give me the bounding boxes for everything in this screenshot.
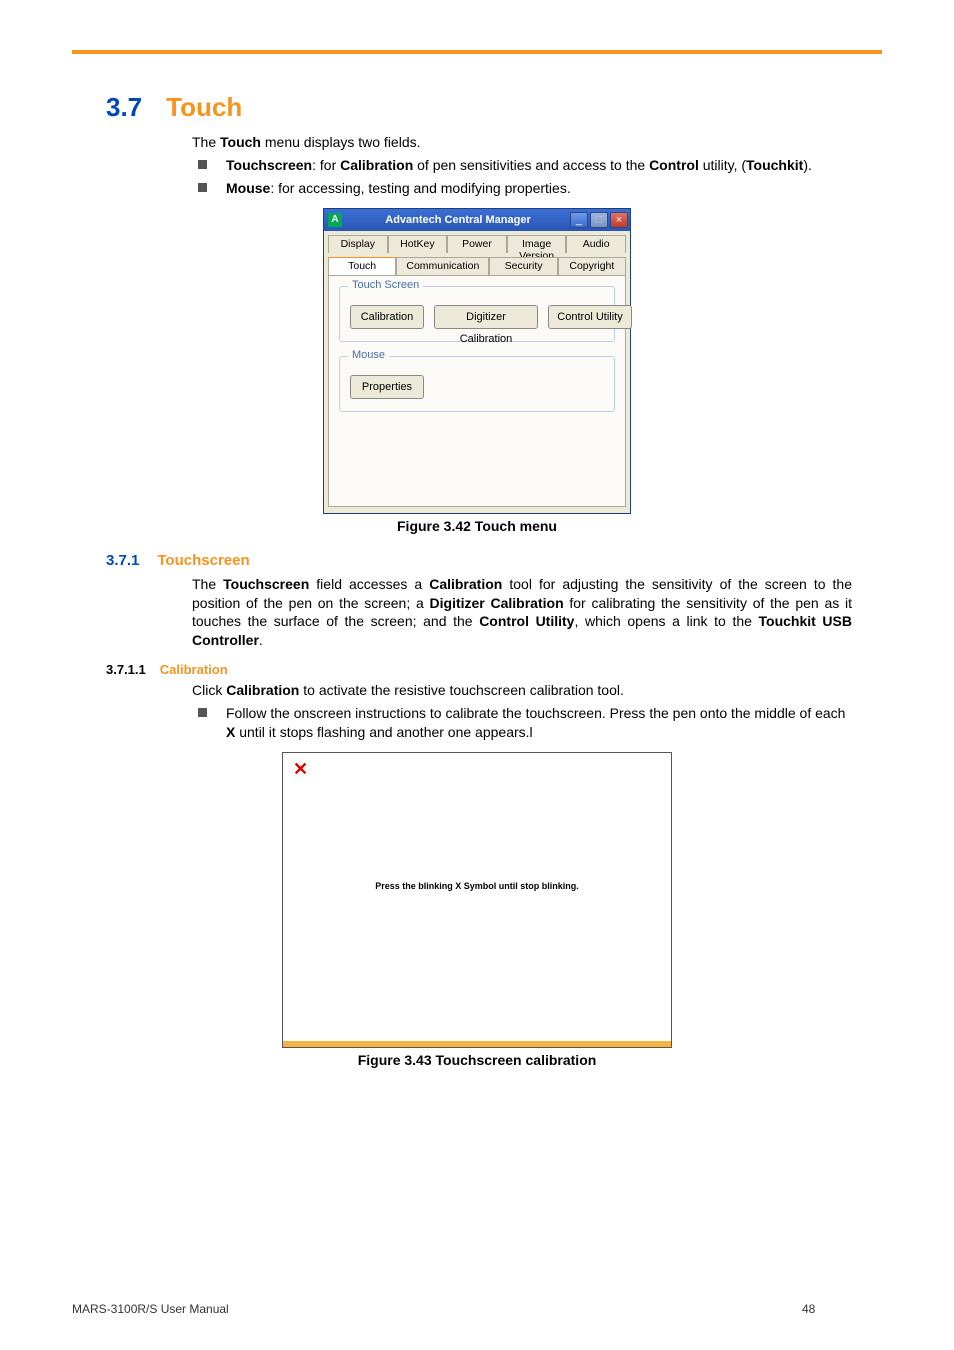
bullet-bold: X [226,724,235,740]
para-bold: Control Utility [479,613,574,629]
bullet-text: utility, ( [699,157,746,173]
bullet-bold: Touchkit [746,157,803,173]
bullet-bold: Mouse [226,180,270,196]
subsection-paragraph: The Touchscreen field accesses a Calibra… [192,575,852,651]
line-bold: Calibration [226,682,299,698]
intro-pre: The [192,134,220,150]
calibration-x-icon[interactable]: ✕ [293,759,308,780]
para-text: field accesses a [309,576,429,592]
intro-post: menu displays two fields. [261,134,421,150]
para-text: , which opens a link to the [574,613,758,629]
para-text: The [192,576,223,592]
bullet-text: Follow the onscreen instructions to cali… [226,705,845,721]
tab-hotkey[interactable]: HotKey [388,235,448,253]
subsubsection-heading: 3.7.1.1 Calibration [106,662,882,677]
control-utility-button[interactable]: Control Utility [548,305,632,329]
tab-power[interactable]: Power [447,235,507,253]
calibration-bullets: Follow the onscreen instructions to cali… [192,704,852,742]
intro-line: The Touch menu displays two fields. [192,133,852,152]
tab-audio[interactable]: Audio [566,235,626,253]
para-bold: Touchscreen [223,576,309,592]
tabs-row-front: Touch Communication Security Copyright [324,253,630,275]
subsection-title: Touchscreen [157,552,249,569]
window-title: Advantech Central Manager [346,214,570,226]
bullet-text: of pen sensitivities and access to the [413,157,649,173]
line-post: to activate the resistive touchscreen ca… [299,682,624,698]
minimize-button[interactable]: _ [570,212,588,228]
bullet-bold: Calibration [340,157,413,173]
subsubsection-number: 3.7.1.1 [106,662,146,677]
bullet-bold: Control [649,157,699,173]
bullet-mouse: Mouse: for accessing, testing and modify… [192,179,852,198]
page-footer: MARS-3100R/S User Manual 48 [72,1302,882,1316]
para-text: . [259,632,263,648]
footer-page: 48 [802,1302,882,1316]
tab-image-version[interactable]: Image Version [507,235,567,253]
calibration-button[interactable]: Calibration [350,305,424,329]
footer-left: MARS-3100R/S User Manual [72,1302,802,1316]
tab-communication[interactable]: Communication [396,257,489,275]
para-bold: Digitizer Calibration [430,595,564,611]
tab-security[interactable]: Security [489,257,557,275]
bullet-bold: Touchscreen [226,157,312,173]
calibration-window[interactable]: ✕ Press the blinking X Symbol until stop… [282,752,672,1048]
line-pre: Click [192,682,226,698]
tab-copyright[interactable]: Copyright [558,257,626,275]
bullet-text: : for [312,157,340,173]
tab-touch[interactable]: Touch [328,257,396,275]
group-touchscreen: Touch Screen Calibration Digitizer Calib… [339,286,615,342]
calibration-bottom-bar [283,1041,671,1047]
properties-button[interactable]: Properties [350,375,424,399]
intro-bold: Touch [220,134,261,150]
digitizer-calibration-button[interactable]: Digitizer Calibration [434,305,538,329]
para-bold: Calibration [429,576,502,592]
close-button[interactable]: × [610,212,628,228]
bullet-text: until it stops flashing and another one … [235,724,532,740]
group-mouse: Mouse Properties [339,356,615,412]
group-legend: Mouse [348,349,389,361]
calibration-message: Press the blinking X Symbol until stop b… [283,881,671,891]
maximize-button: □ [590,212,608,228]
section-heading: 3.7 Touch [106,92,882,123]
section-title: Touch [166,92,242,123]
group-legend: Touch Screen [348,279,423,291]
tab-display[interactable]: Display [328,235,388,253]
bullet-touchscreen: Touchscreen: for Calibration of pen sens… [192,156,852,175]
titlebar[interactable]: A Advantech Central Manager _ □ × [324,209,630,231]
figure-caption: Figure 3.43 Touchscreen calibration [72,1052,882,1068]
bullet-follow: Follow the onscreen instructions to cali… [192,704,852,742]
subsection-number: 3.7.1 [106,552,139,569]
tabs-row-back: Display HotKey Power Image Version Audio [324,231,630,253]
bullet-text: ). [803,157,812,173]
section-number: 3.7 [106,92,142,123]
acm-window: A Advantech Central Manager _ □ × Displa… [323,208,631,514]
subsubsection-title: Calibration [160,662,228,677]
tab-panel: Touch Screen Calibration Digitizer Calib… [328,275,626,507]
subsection-heading: 3.7.1 Touchscreen [106,552,882,569]
bullet-text: : for accessing, testing and modifying p… [270,180,570,196]
figure-caption: Figure 3.42 Touch menu [72,518,882,534]
calibration-line: Click Calibration to activate the resist… [192,681,852,700]
header-rule [72,50,882,54]
intro-bullets: Touchscreen: for Calibration of pen sens… [192,156,852,198]
app-icon: A [328,213,342,227]
